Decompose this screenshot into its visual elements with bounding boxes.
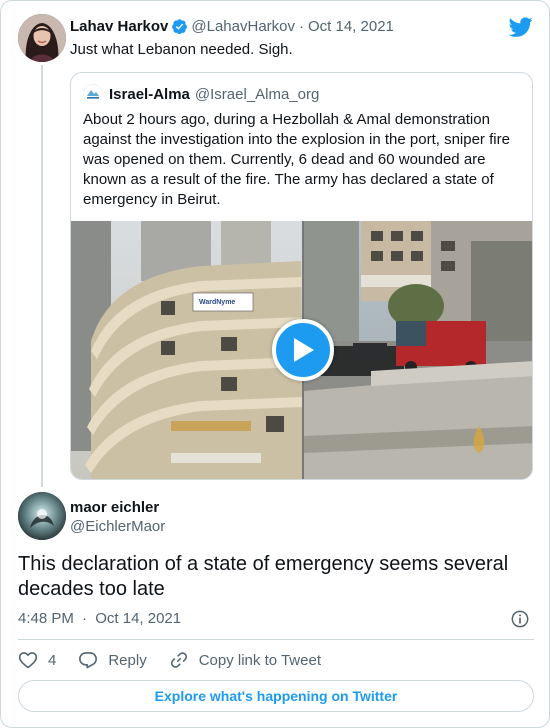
explore-twitter-button[interactable]: Explore what's happening on Twitter <box>18 680 534 712</box>
tweet-date[interactable]: Oct 14, 2021 <box>95 610 181 627</box>
separator-dot: · <box>82 610 88 627</box>
reply-bubble-icon <box>79 652 98 669</box>
like-button[interactable]: 4 <box>18 650 56 670</box>
quoted-author-name: Israel-Alma <box>109 85 190 103</box>
thread-line <box>41 65 43 487</box>
play-icon <box>294 338 314 362</box>
tweet-date[interactable]: Oct 14, 2021 <box>308 18 394 35</box>
author-handle[interactable]: @LahavHarkov <box>191 18 295 35</box>
heart-icon <box>18 652 38 669</box>
copy-link-label: Copy link to Tweet <box>198 651 321 669</box>
avatar[interactable] <box>18 14 66 62</box>
video-thumbnail[interactable]: WardNyme <box>71 221 532 479</box>
info-icon[interactable] <box>510 609 530 629</box>
quoted-tweet[interactable]: Israel-Alma @Israel_Alma_org About 2 hou… <box>70 72 533 480</box>
link-icon <box>170 652 187 668</box>
like-count: 4 <box>48 651 57 669</box>
quoted-tweet-header: Israel-Alma @Israel_Alma_org <box>83 84 319 104</box>
author-name[interactable]: Lahav Harkov <box>70 18 168 35</box>
storefront-sign: WardNyme <box>199 299 235 306</box>
tweet-text: This declaration of a state of emergency… <box>18 553 509 600</box>
embedded-tweet-card: Lahav Harkov @LahavHarkov · Oct 14, 2021… <box>0 0 550 728</box>
reply-label: Reply <box>108 651 147 669</box>
separator-dot: · <box>299 17 304 35</box>
tweet-actions: 4 Reply Copy link to Tweet <box>18 649 343 671</box>
copy-link-button[interactable]: Copy link to Tweet <box>169 650 321 670</box>
quoted-tweet-text: About 2 hours ago, during a Hezbollah & … <box>83 111 510 208</box>
author-name[interactable]: maor eichler <box>70 498 159 518</box>
reply-button[interactable]: Reply <box>78 650 147 670</box>
parent-tweet-header: Lahav Harkov @LahavHarkov · Oct 14, 2021 <box>70 16 394 36</box>
quoted-author-handle: @Israel_Alma_org <box>194 85 320 103</box>
tweet-timestamp[interactable]: 4:48 PM · Oct 14, 2021 <box>18 609 181 629</box>
divider <box>18 639 534 640</box>
avatar <box>83 84 103 104</box>
twitter-bird-icon[interactable] <box>509 15 533 39</box>
tweet-text: Just what Lebanon needed. Sigh. <box>70 41 293 58</box>
tweet-time[interactable]: 4:48 PM <box>18 610 74 627</box>
alma-logo-icon <box>83 84 103 104</box>
play-button[interactable] <box>272 319 334 381</box>
avatar[interactable] <box>18 492 66 540</box>
verified-badge-icon <box>172 18 188 34</box>
author-handle[interactable]: @EichlerMaor <box>70 517 165 537</box>
